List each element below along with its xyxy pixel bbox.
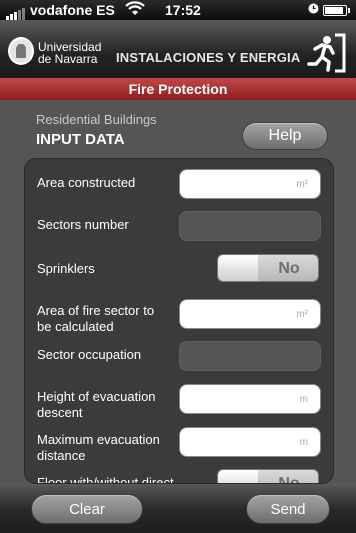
university-name: Universidad de Navarra bbox=[38, 41, 101, 65]
university-seal-logo bbox=[8, 37, 34, 65]
floor-access-toggle[interactable]: No bbox=[217, 469, 319, 483]
help-button[interactable]: Help bbox=[242, 122, 328, 150]
alarm-clock-icon bbox=[307, 1, 320, 18]
height-evacuation-label-line1: Height of evacuation bbox=[37, 389, 156, 404]
floor-access-label: Floor with/without direct bbox=[37, 475, 174, 484]
battery-icon bbox=[323, 5, 350, 16]
clear-button[interactable]: Clear bbox=[31, 494, 143, 524]
send-button[interactable]: Send bbox=[246, 494, 330, 524]
max-evacuation-label-line1: Maximum evacuation bbox=[37, 432, 160, 447]
max-evacuation-label-line2: distance bbox=[37, 448, 86, 463]
toggle-knob bbox=[218, 255, 258, 281]
sprinklers-toggle-value: No bbox=[258, 255, 318, 281]
sector-occupation-label: Sector occupation bbox=[37, 347, 142, 362]
sectors-number-output bbox=[179, 211, 321, 241]
sectors-number-label: Sectors number bbox=[37, 217, 129, 232]
university-name-line2: de Navarra bbox=[38, 52, 98, 66]
sprinklers-label: Sprinklers bbox=[37, 261, 95, 276]
area-fire-sector-label-line1: Area of fire sector to bbox=[37, 303, 155, 318]
area-fire-sector-label: Area of fire sector to be calculated bbox=[37, 303, 154, 335]
input-form-panel[interactable]: Area constructed m² Sectors number Sprin… bbox=[24, 158, 334, 484]
height-evacuation-input[interactable]: m bbox=[179, 384, 321, 414]
area-fire-sector-label-line2: be calculated bbox=[37, 319, 114, 334]
department-name: INSTALACIONES Y ENERGIA bbox=[116, 50, 301, 65]
height-evacuation-label-line2: descent bbox=[37, 405, 83, 420]
clock-time: 17:52 bbox=[165, 2, 201, 18]
running-man-exit-icon bbox=[305, 33, 347, 73]
area-constructed-label: Area constructed bbox=[37, 175, 136, 190]
floor-access-toggle-value: No bbox=[258, 470, 318, 483]
max-evacuation-label: Maximum evacuation distance bbox=[37, 432, 160, 464]
page-title-bar: Fire Protection bbox=[0, 78, 356, 100]
sprinklers-toggle[interactable]: No bbox=[217, 254, 319, 282]
area-constructed-input[interactable]: m² bbox=[179, 169, 321, 199]
height-evacuation-label: Height of evacuation descent bbox=[37, 389, 156, 421]
wifi-icon bbox=[125, 1, 145, 20]
signal-strength-icon bbox=[6, 4, 26, 20]
app-header: Universidad de Navarra INSTALACIONES Y E… bbox=[0, 20, 356, 78]
max-evacuation-input[interactable]: m bbox=[179, 427, 321, 457]
sector-occupation-output bbox=[179, 341, 321, 371]
area-fire-sector-input[interactable]: m² bbox=[179, 299, 321, 329]
section-title: INPUT DATA bbox=[36, 131, 125, 148]
toggle-knob bbox=[218, 470, 258, 483]
carrier-name: vodafone ES bbox=[30, 2, 115, 18]
section-subtitle: Residential Buildings bbox=[36, 112, 157, 127]
status-bar: vodafone ES 17:52 bbox=[0, 0, 356, 20]
